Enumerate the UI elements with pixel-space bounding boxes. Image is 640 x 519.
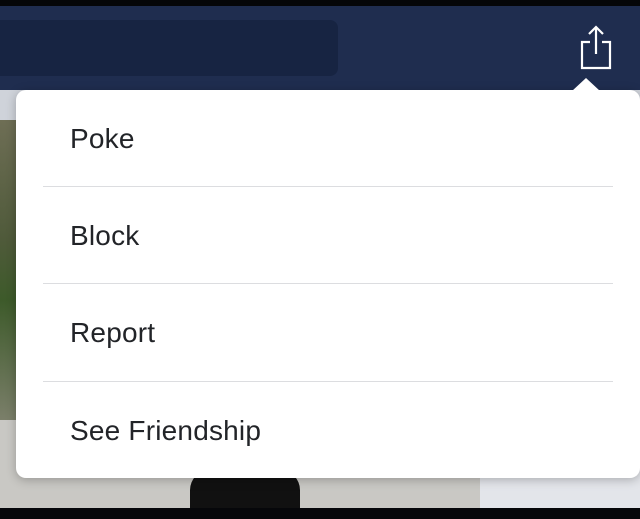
actions-popover: Poke Block Report See Friendship xyxy=(16,78,640,479)
menu-item-report[interactable]: Report xyxy=(16,284,640,381)
menu-item-see-friendship[interactable]: See Friendship xyxy=(16,382,640,479)
search-field[interactable] xyxy=(0,20,338,76)
menu-item-label: Poke xyxy=(70,122,135,154)
share-icon xyxy=(580,25,612,70)
menu-item-label: Block xyxy=(70,219,140,251)
menu-item-label: Report xyxy=(70,316,156,348)
app-screen: Poke Block Report See Friendship xyxy=(0,0,640,519)
share-button[interactable] xyxy=(572,18,620,76)
navigation-bar xyxy=(0,6,640,90)
menu-item-block[interactable]: Block xyxy=(16,187,640,284)
bottom-strip xyxy=(0,508,640,519)
menu-item-poke[interactable]: Poke xyxy=(16,90,640,187)
menu-item-label: See Friendship xyxy=(70,414,262,446)
